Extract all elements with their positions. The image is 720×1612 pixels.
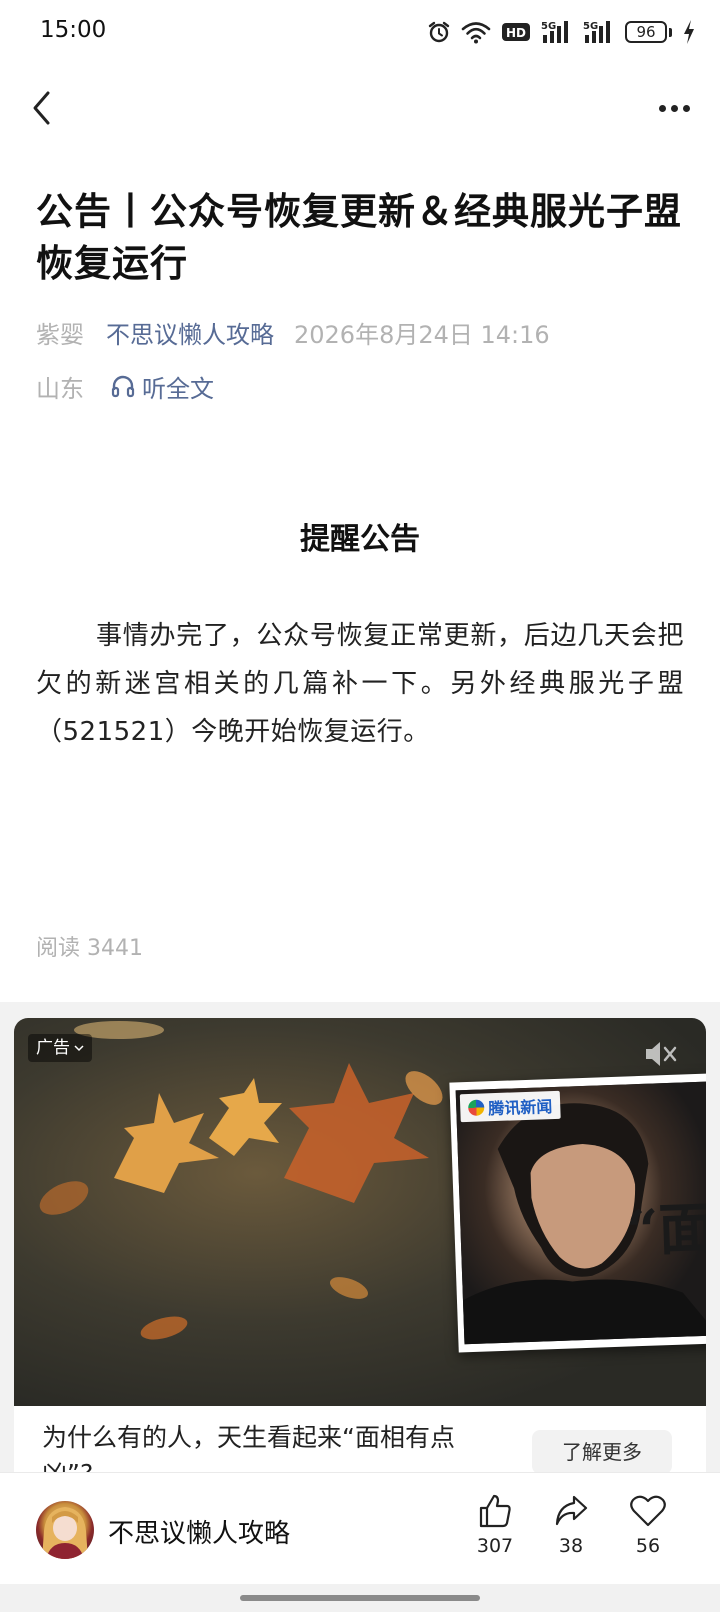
favorite-button[interactable]: 56 bbox=[618, 1493, 678, 1557]
ad-area: 广告 腾讯新闻 “面 为什么有的人，天生看起来“面相有点凶”? 了解更多 bbox=[0, 1002, 720, 1478]
leaf-icon bbox=[329, 1277, 369, 1299]
read-count: 阅读 3441 bbox=[36, 936, 143, 961]
leaf-icon bbox=[39, 1181, 89, 1215]
listen-label: 听全文 bbox=[142, 374, 214, 403]
article-meta-2: 山东 听全文 bbox=[36, 369, 214, 404]
article-meta: 紫婴 不思议懒人攻略 2026年8月24日 14:16 bbox=[36, 315, 550, 350]
bottom-bar: 不思议懒人攻略 307 38 56 bbox=[0, 1472, 720, 1584]
more-button[interactable] bbox=[648, 86, 700, 130]
location: 山东 bbox=[36, 374, 84, 403]
share-button[interactable]: 38 bbox=[541, 1493, 601, 1557]
wifi-icon bbox=[461, 22, 491, 44]
ad-card[interactable]: 广告 腾讯新闻 “面 为什么有的人，天生看起来“面相有点凶”? 了解更多 bbox=[14, 1018, 706, 1478]
signal-5g-icon: 5G bbox=[541, 21, 568, 43]
account-name[interactable]: 不思议懒人攻略 bbox=[108, 1513, 290, 1550]
like-count: 307 bbox=[476, 1535, 514, 1557]
news-brand-logo: 腾讯新闻 bbox=[459, 1090, 561, 1123]
article-body: 事情办完了，公众号恢复正常更新，后边几天会把欠的新迷宫相关的几篇补一下。另外经典… bbox=[36, 621, 684, 747]
chevron-down-icon bbox=[74, 1045, 84, 1052]
section-heading: 提醒公告 bbox=[300, 522, 420, 557]
news-quote-text: “面 bbox=[625, 1195, 706, 1265]
heart-icon bbox=[630, 1495, 666, 1527]
ad-badge[interactable]: 广告 bbox=[28, 1034, 92, 1062]
battery-icon: 96 bbox=[625, 21, 672, 43]
status-time: 15:00 bbox=[40, 17, 107, 43]
avatar-figure bbox=[42, 1507, 88, 1559]
alarm-icon bbox=[428, 21, 450, 43]
signal2-label: 5G bbox=[583, 21, 598, 32]
mute-icon[interactable] bbox=[642, 1038, 678, 1070]
system-nav-bar bbox=[0, 1584, 720, 1612]
ad-action-button[interactable]: 了解更多 bbox=[532, 1430, 672, 1474]
hd-icon: HD bbox=[502, 23, 530, 41]
status-bar: 15:00 HD 5G 5G 96 bbox=[0, 0, 720, 64]
charging-icon bbox=[684, 20, 694, 44]
hd-label: HD bbox=[506, 26, 526, 40]
back-button[interactable] bbox=[20, 86, 64, 130]
news-brand-label: 腾讯新闻 bbox=[487, 1097, 553, 1119]
leaf-icon bbox=[140, 1316, 188, 1340]
listen-button[interactable]: 听全文 bbox=[110, 369, 214, 404]
chevron-left-icon bbox=[33, 91, 50, 125]
share-count: 38 bbox=[558, 1535, 584, 1557]
account-link[interactable]: 不思议懒人攻略 bbox=[106, 315, 274, 350]
publish-date: 2026年8月24日 14:16 bbox=[294, 320, 550, 349]
like-button[interactable]: 307 bbox=[465, 1493, 525, 1557]
ad-image[interactable]: 广告 腾讯新闻 “面 bbox=[14, 1018, 706, 1406]
headphones-icon bbox=[111, 375, 135, 398]
leaf-icon bbox=[405, 1071, 443, 1105]
news-thumbnail: 腾讯新闻 “面 bbox=[449, 1073, 706, 1353]
signal-5g-icon: 5G bbox=[583, 21, 610, 43]
article-title: 公告丨公众号恢复更新＆经典服光子盟恢复运行 bbox=[36, 190, 682, 285]
thumbs-up-icon bbox=[479, 1494, 511, 1528]
status-icons: HD 5G 5G 96 bbox=[427, 18, 696, 46]
signal1-label: 5G bbox=[541, 21, 556, 32]
share-icon bbox=[555, 1495, 588, 1526]
tencent-news-icon bbox=[467, 1099, 485, 1116]
avatar[interactable] bbox=[36, 1501, 94, 1559]
favorite-count: 56 bbox=[635, 1535, 661, 1557]
more-dots-icon bbox=[658, 104, 666, 112]
home-indicator[interactable] bbox=[240, 1595, 480, 1601]
author-name: 紫婴 bbox=[36, 320, 84, 349]
battery-level: 96 bbox=[625, 21, 667, 43]
ad-badge-label: 广告 bbox=[36, 1038, 70, 1058]
ad-caption[interactable]: 为什么有的人，天生看起来“面相有点凶”? bbox=[42, 1420, 482, 1478]
